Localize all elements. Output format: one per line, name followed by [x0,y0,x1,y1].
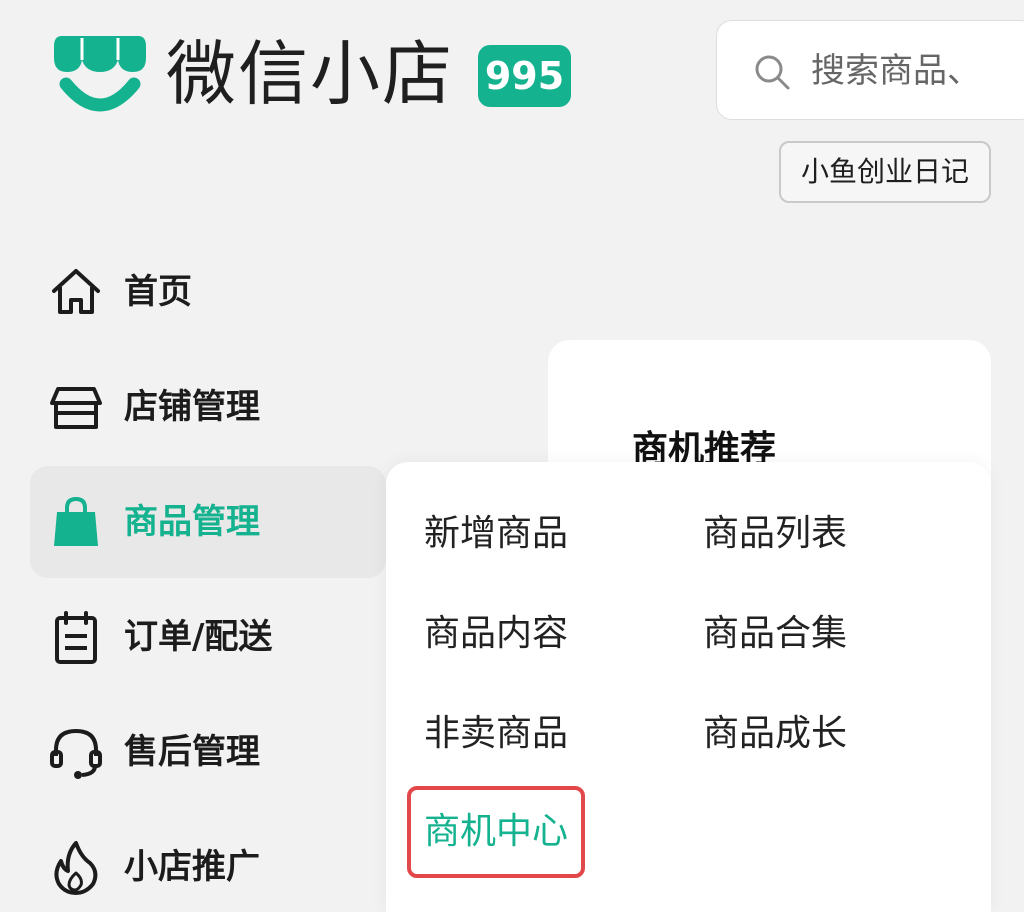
submenu-item-non-sale-product[interactable]: 非卖商品 [424,710,568,758]
sidebar-item-label: 小店推广 [124,847,260,887]
shopping-bag-icon [54,496,98,546]
sidebar-item-label: 售后管理 [124,732,260,772]
sidebar-item-store-management[interactable]: 店铺管理 [30,351,386,463]
shop-awning-smile-icon[interactable] [52,30,148,118]
submenu-item-opportunity-center[interactable]: 商机中心 [424,808,568,856]
sidebar-item-shop-promotion[interactable]: 小店推广 [30,811,386,912]
brand-name: 微信小店 [166,33,454,115]
submenu-item-add-product[interactable]: 新增商品 [424,510,568,558]
submenu-item-product-collection[interactable]: 商品合集 [703,610,847,658]
sidebar-item-label: 店铺管理 [124,387,260,427]
sidebar-item-home[interactable]: 首页 [30,236,386,348]
home-icon [52,269,100,314]
search-icon [755,55,790,90]
sidebar-item-label: 首页 [124,272,192,312]
product-management-submenu: 新增商品 商品列表 商品内容 商品合集 非卖商品 商品成长 商机中心 [386,462,991,912]
sidebar-item-label: 商品管理 [124,502,260,542]
page: 微信小店 995 搜索商品、 小鱼创业日记 首页 店铺管理 商品管理 订单/配送… [0,0,1024,912]
version-badge: 995 [478,45,571,107]
submenu-item-product-content[interactable]: 商品内容 [424,610,568,658]
search-input[interactable]: 搜索商品、 [716,20,1024,120]
search-placeholder: 搜索商品、 [811,51,981,91]
sidebar-item-orders-delivery[interactable]: 订单/配送 [30,581,386,693]
storefront-icon [50,387,102,429]
sidebar-item-label: 订单/配送 [124,617,273,657]
submenu-item-product-list[interactable]: 商品列表 [703,510,847,558]
headset-icon [50,728,102,779]
shop-name-button[interactable]: 小鱼创业日记 [779,141,991,203]
submenu-item-product-growth[interactable]: 商品成长 [703,710,847,758]
clipboard-icon [55,611,97,664]
sidebar-item-product-management[interactable]: 商品管理 [30,466,386,578]
flame-icon [54,841,98,895]
sidebar-item-after-sales[interactable]: 售后管理 [30,696,386,808]
